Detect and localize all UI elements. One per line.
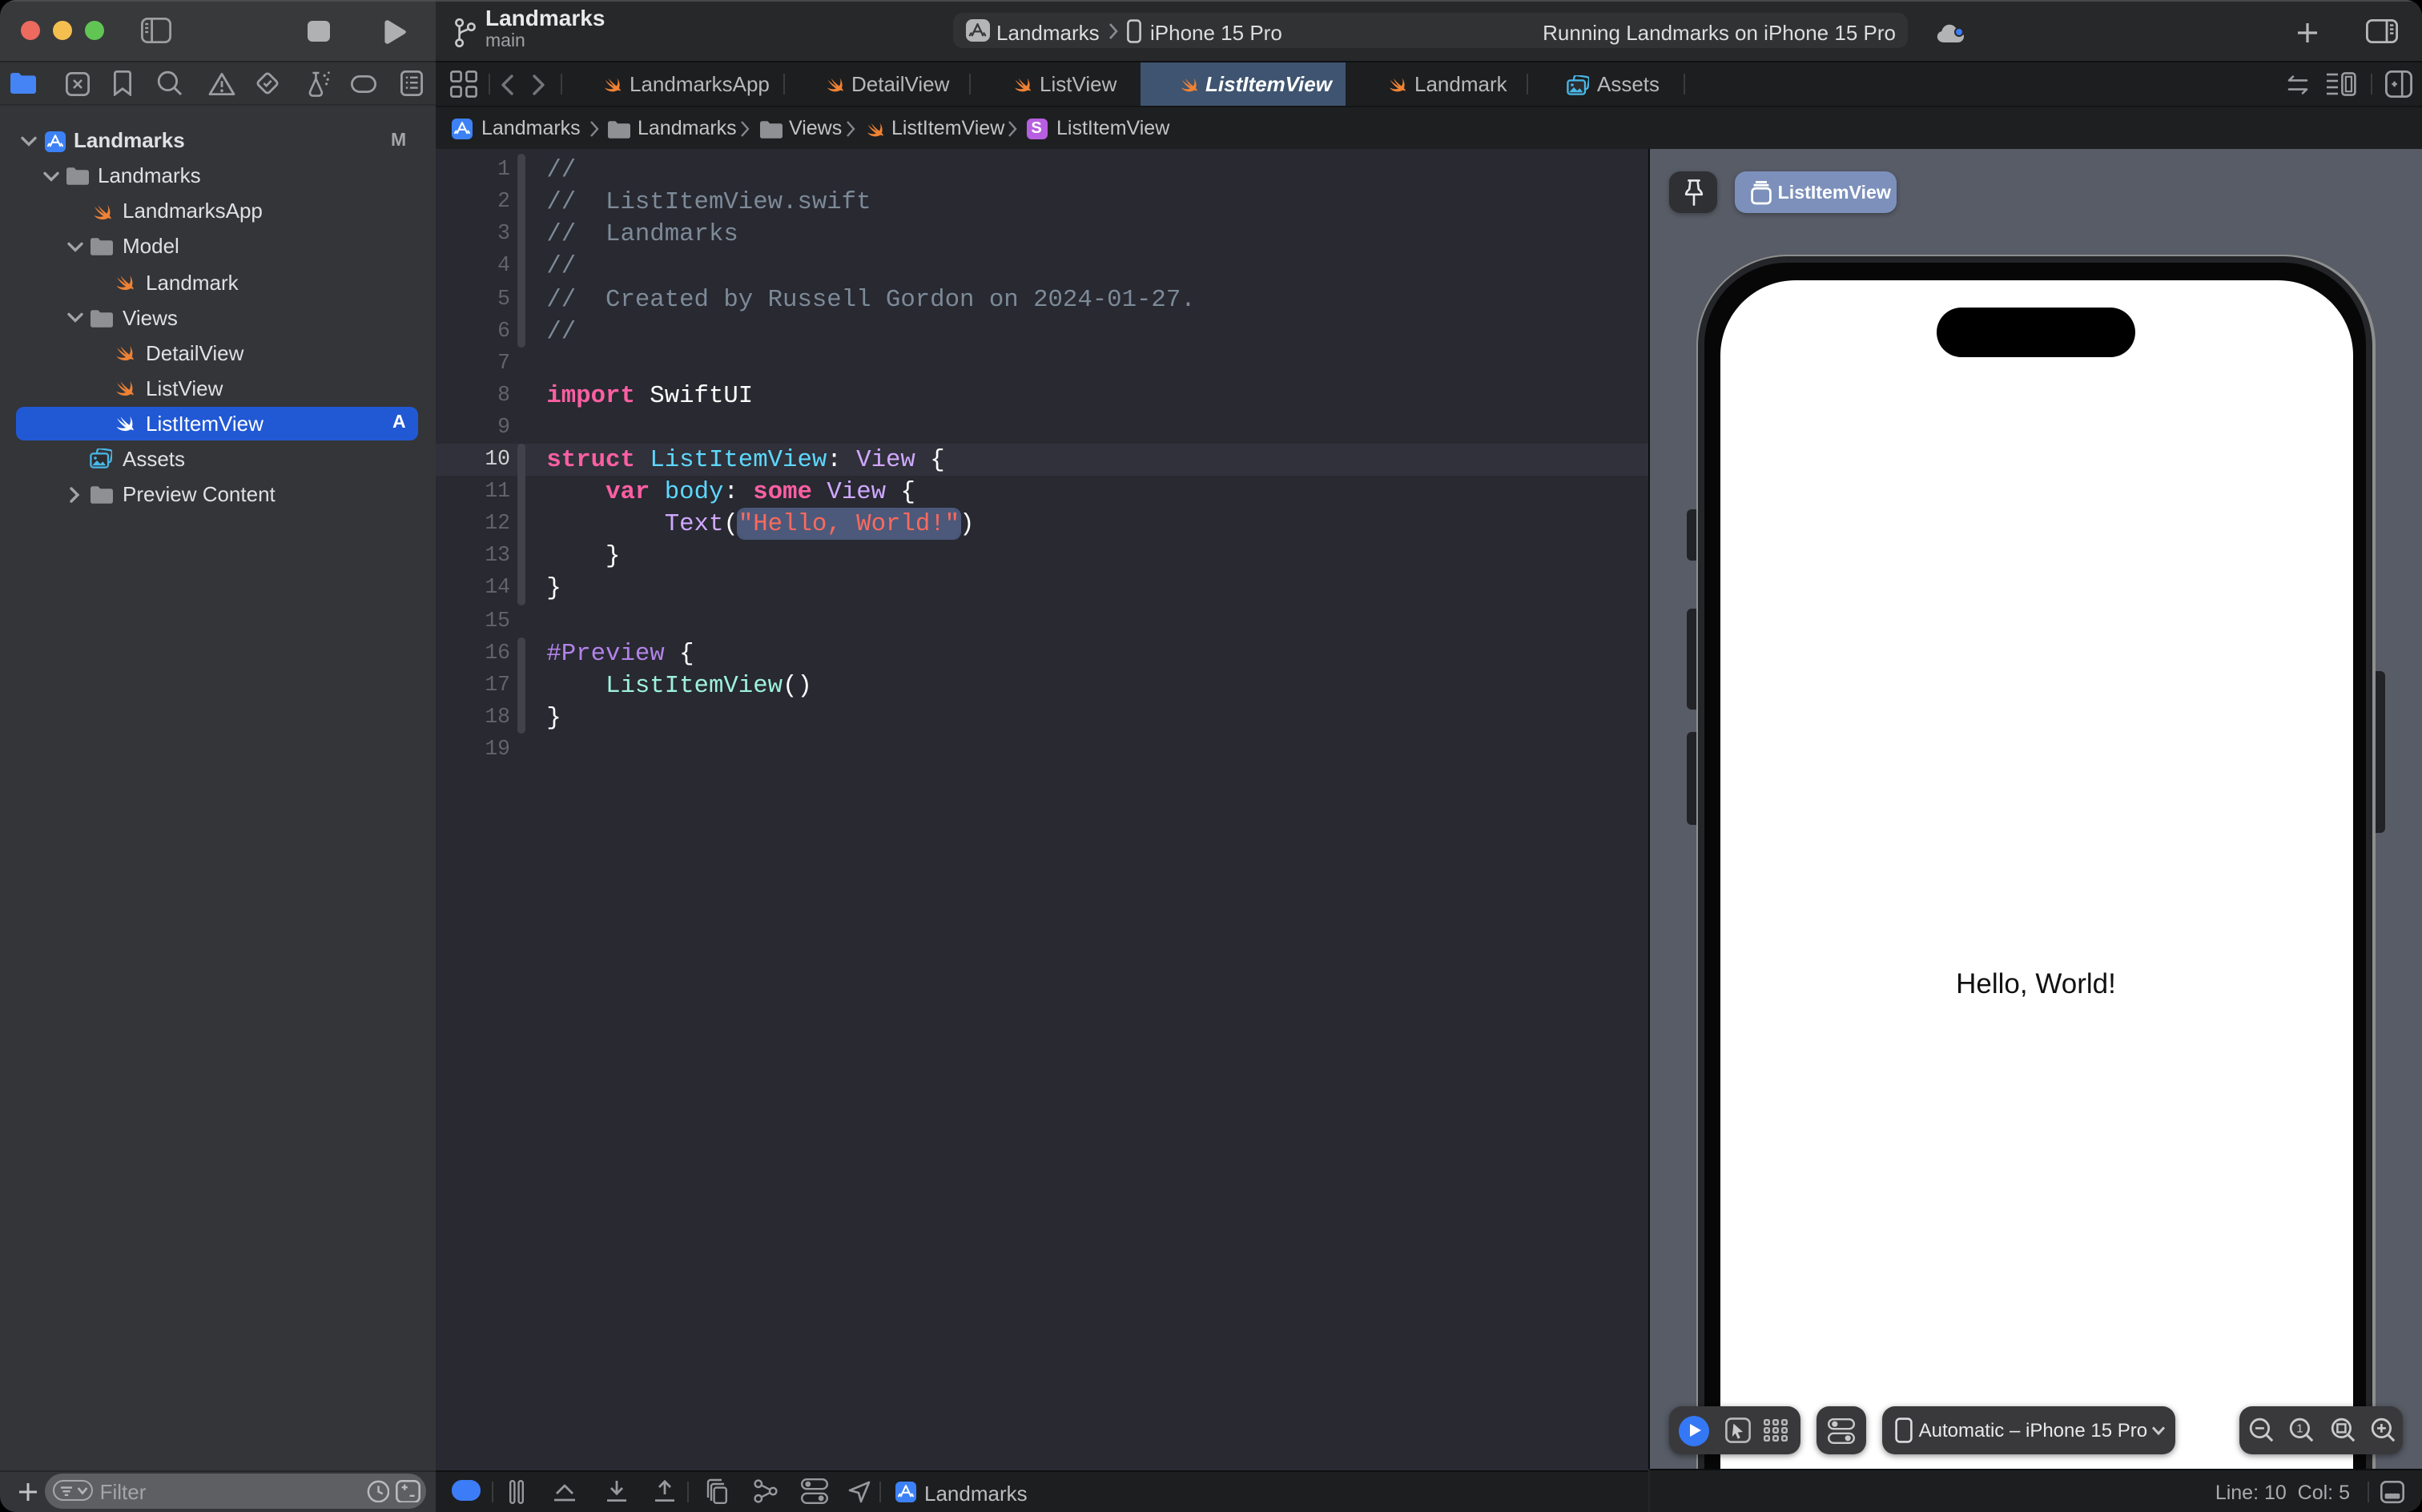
svg-text:1: 1 (2296, 1422, 2303, 1436)
